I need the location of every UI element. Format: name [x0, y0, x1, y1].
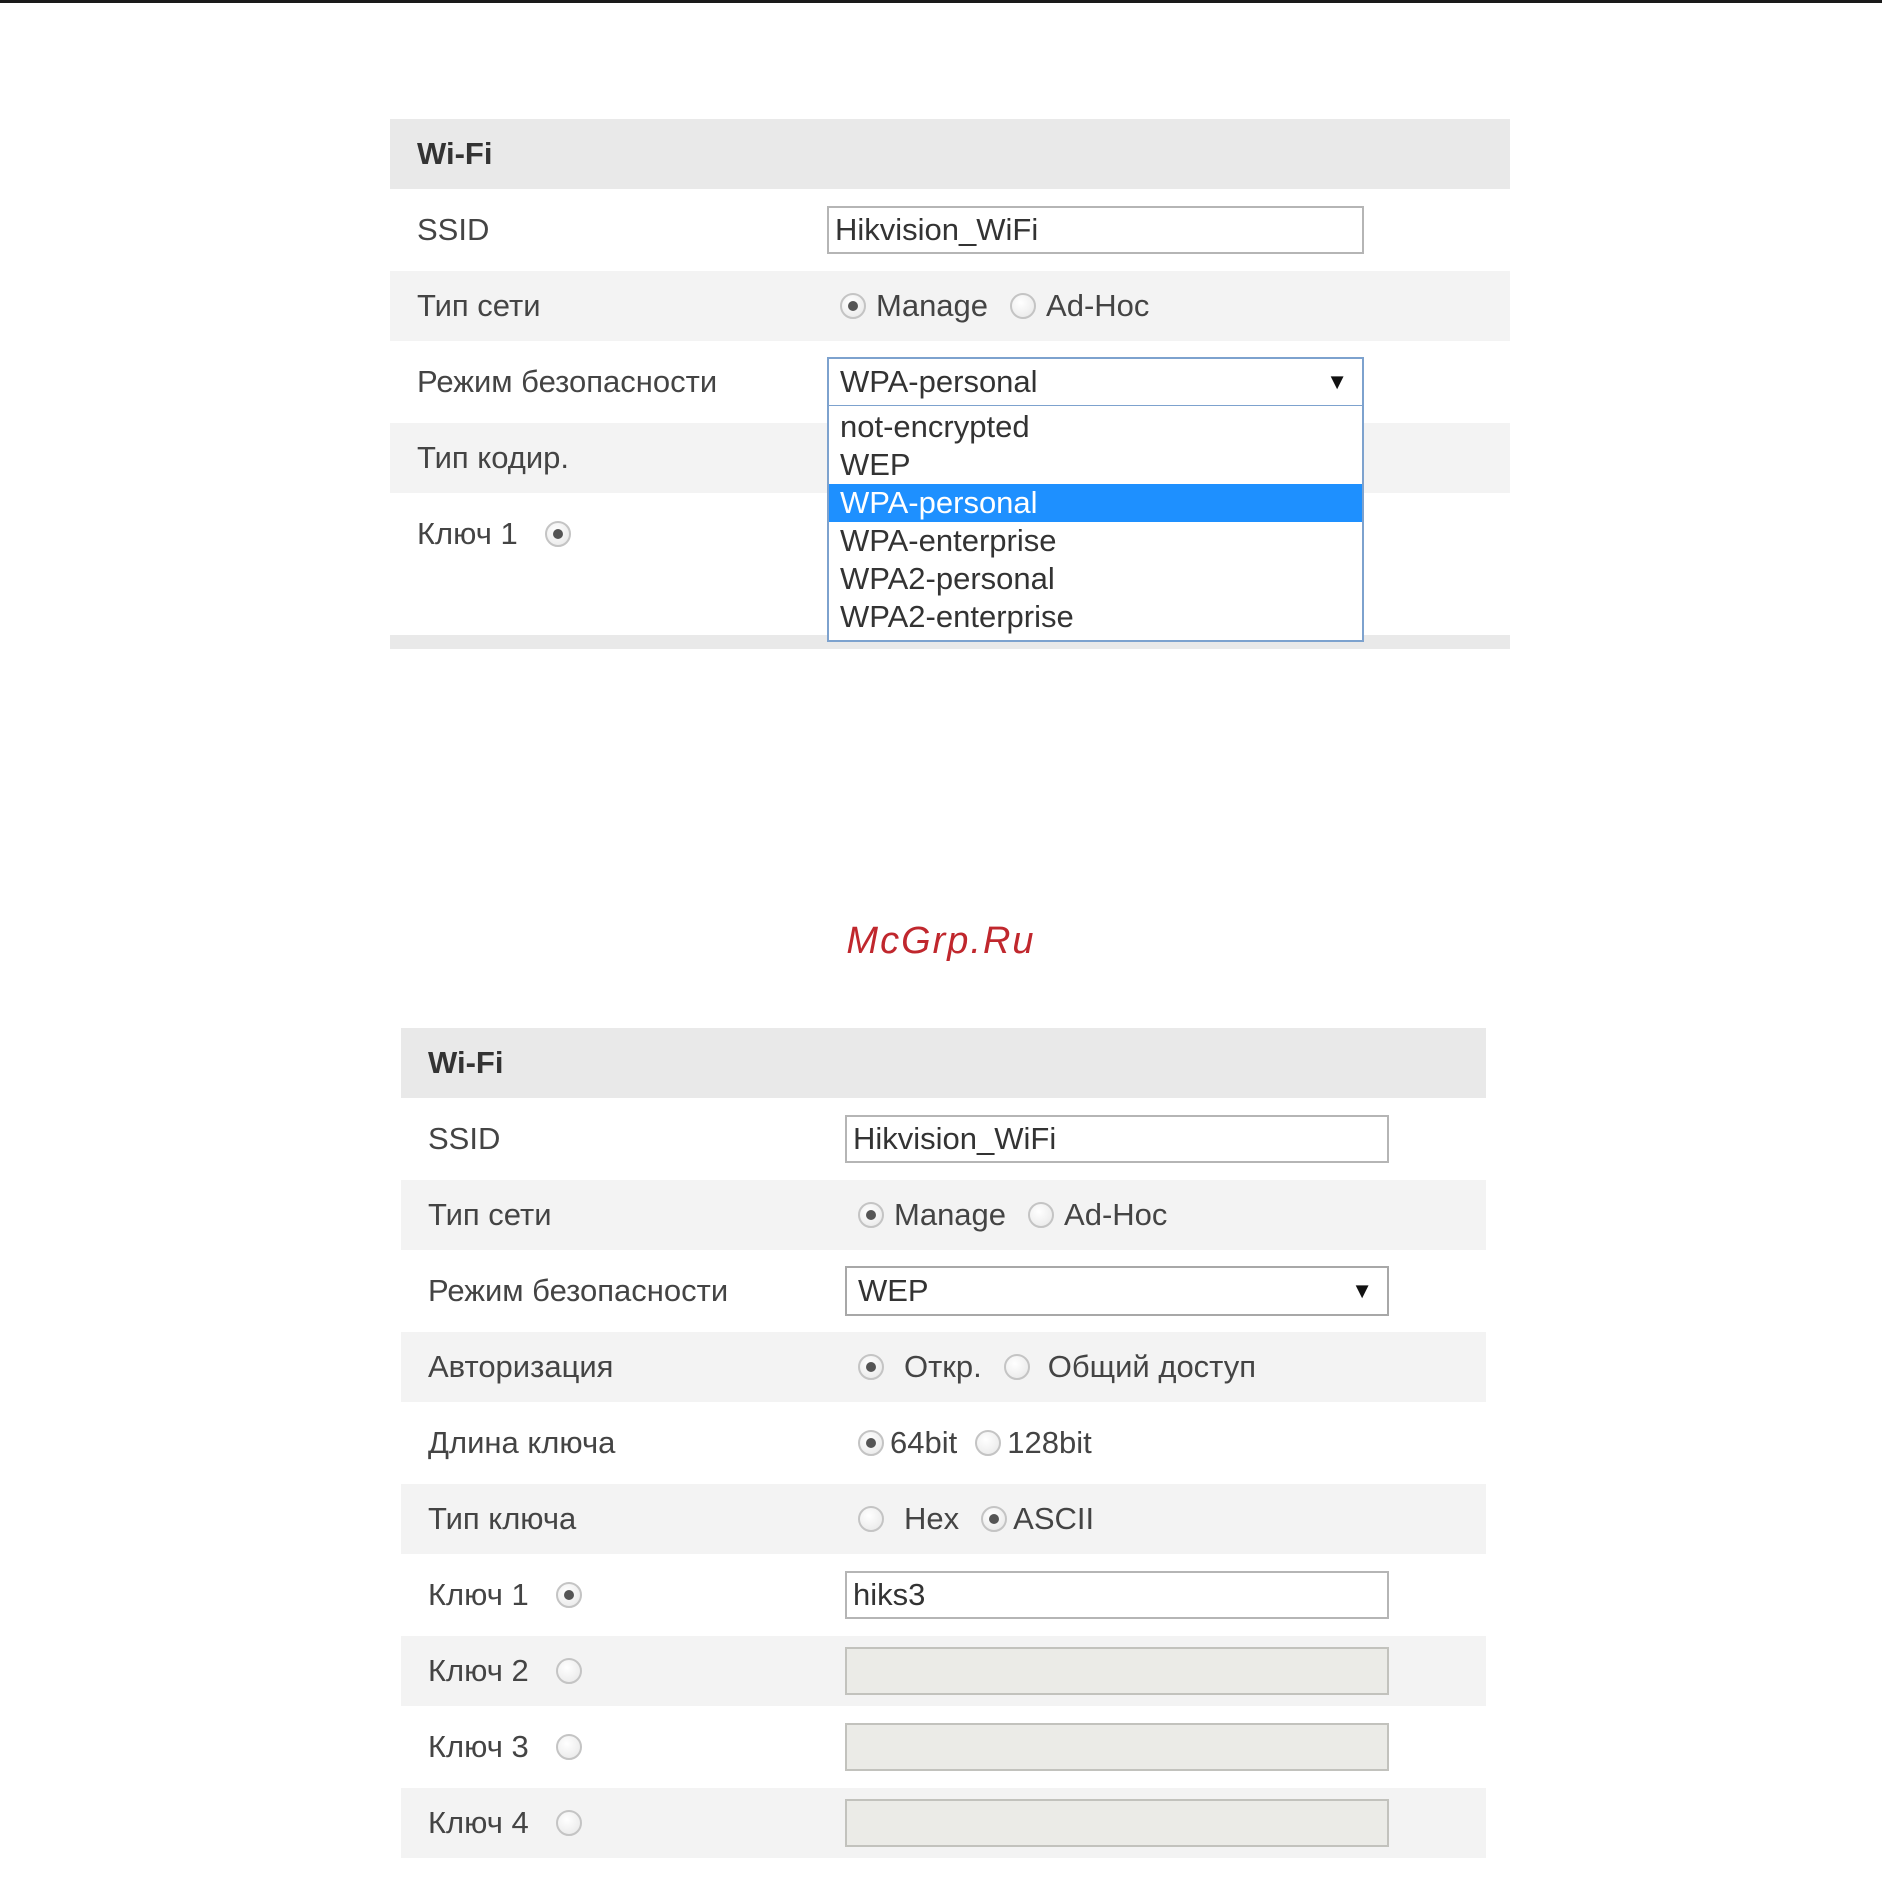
- network-type-label: Тип сети: [428, 1197, 552, 1232]
- key-length-label: Длина ключа: [428, 1425, 616, 1460]
- panel-title: Wi-Fi: [417, 136, 493, 171]
- key-length-64-radio[interactable]: [858, 1430, 884, 1456]
- auth-open-radio[interactable]: [858, 1354, 884, 1380]
- key-type-ascii-label[interactable]: ASCII: [1013, 1501, 1094, 1537]
- network-type-manage-radio[interactable]: [840, 293, 866, 319]
- network-type-adhoc-radio[interactable]: [1028, 1202, 1055, 1228]
- key1-label: Ключ 1: [417, 516, 518, 551]
- dropdown-option-wep[interactable]: WEP: [829, 446, 1362, 484]
- key-length-64-label[interactable]: 64bit: [890, 1425, 957, 1461]
- network-type-manage-label[interactable]: Manage: [894, 1197, 1006, 1233]
- key2-input: [845, 1647, 1389, 1695]
- security-mode-value: WPA-personal: [840, 364, 1038, 399]
- key3-radio[interactable]: [556, 1734, 582, 1760]
- key4-radio[interactable]: [556, 1810, 582, 1836]
- dropdown-option-wpa-personal[interactable]: WPA-personal: [829, 484, 1362, 522]
- network-type-radio-group: Manage Ad-Hoc: [858, 1180, 1167, 1250]
- auth-open-label[interactable]: Откр.: [904, 1349, 982, 1385]
- key-type-ascii-radio[interactable]: [981, 1506, 1008, 1532]
- key1-row: Ключ 1 hiks3: [401, 1560, 1486, 1630]
- network-type-radio-group: Manage Ad-Hoc: [840, 271, 1149, 341]
- ssid-row: SSID Hikvision_WiFi: [401, 1104, 1486, 1174]
- security-mode-label: Режим безопасности: [428, 1273, 729, 1308]
- network-type-manage-label[interactable]: Manage: [876, 288, 988, 324]
- key2-radio[interactable]: [556, 1658, 582, 1684]
- key-type-row: Тип ключа Hex ASCII: [401, 1484, 1486, 1554]
- network-type-adhoc-radio[interactable]: [1010, 293, 1037, 319]
- key3-input: [845, 1723, 1389, 1771]
- auth-label: Авторизация: [428, 1349, 614, 1384]
- security-mode-row: Режим безопасности WEP ▼: [401, 1256, 1486, 1326]
- security-mode-select[interactable]: WPA-personal ▼: [827, 357, 1364, 407]
- key-length-128-radio[interactable]: [975, 1430, 1002, 1456]
- network-type-manage-radio[interactable]: [858, 1202, 884, 1228]
- ssid-label: SSID: [417, 212, 490, 247]
- key1-radio[interactable]: [556, 1582, 582, 1608]
- auth-shared-label[interactable]: Общий доступ: [1048, 1349, 1256, 1385]
- panel-title: Wi-Fi: [428, 1045, 504, 1080]
- key1-radio[interactable]: [545, 521, 571, 547]
- top-rule: [0, 0, 1882, 3]
- ssid-label: SSID: [428, 1121, 501, 1156]
- key-type-label: Тип ключа: [428, 1501, 577, 1536]
- network-type-row: Тип сети Manage Ad-Hoc: [390, 271, 1510, 341]
- dropdown-option-wpa2-personal[interactable]: WPA2-personal: [829, 560, 1362, 598]
- key3-label: Ключ 3: [428, 1729, 529, 1764]
- wifi-panel-bottom: Wi-Fi SSID Hikvision_WiFi Тип сети Manag…: [401, 1028, 1486, 1864]
- security-mode-value: WEP: [858, 1273, 929, 1308]
- dropdown-option-wpa-enterprise[interactable]: WPA-enterprise: [829, 522, 1362, 560]
- chevron-down-icon[interactable]: ▼: [1351, 1268, 1373, 1314]
- key3-row: Ключ 3: [401, 1712, 1486, 1782]
- key1-input[interactable]: hiks3: [845, 1571, 1389, 1619]
- security-mode-label: Режим безопасности: [417, 364, 718, 399]
- panel-header: Wi-Fi: [390, 119, 1510, 189]
- ssid-row: SSID Hikvision_WiFi: [390, 195, 1510, 265]
- network-type-label: Тип сети: [417, 288, 541, 323]
- key-type-hex-label[interactable]: Hex: [904, 1501, 959, 1537]
- key-length-radio-group: 64bit 128bit: [858, 1408, 1092, 1478]
- network-type-adhoc-label[interactable]: Ad-Hoc: [1046, 288, 1149, 324]
- key1-label: Ключ 1: [428, 1577, 529, 1612]
- ssid-input[interactable]: Hikvision_WiFi: [827, 206, 1364, 254]
- key2-row: Ключ 2: [401, 1636, 1486, 1706]
- key-type-hex-radio[interactable]: [858, 1506, 884, 1532]
- key-length-row: Длина ключа 64bit 128bit: [401, 1408, 1486, 1478]
- security-mode-dropdown-list: not-encrypted WEP WPA-personal WPA-enter…: [827, 406, 1364, 642]
- key2-label: Ключ 2: [428, 1653, 529, 1688]
- dropdown-option-not-encrypted[interactable]: not-encrypted: [829, 408, 1362, 446]
- encryption-type-label: Тип кодир.: [417, 440, 570, 475]
- key4-label: Ключ 4: [428, 1805, 529, 1840]
- key4-row: Ключ 4: [401, 1788, 1486, 1858]
- network-type-adhoc-label[interactable]: Ad-Hoc: [1064, 1197, 1167, 1233]
- dropdown-option-wpa2-enterprise[interactable]: WPA2-enterprise: [829, 598, 1362, 636]
- auth-radio-group: Откр. Общий доступ: [858, 1332, 1256, 1402]
- wifi-panel-top: Wi-Fi SSID Hikvision_WiFi Тип сети Manag…: [390, 119, 1510, 649]
- auth-row: Авторизация Откр. Общий доступ: [401, 1332, 1486, 1402]
- chevron-down-icon[interactable]: ▼: [1326, 359, 1348, 405]
- key-type-radio-group: Hex ASCII: [858, 1484, 1094, 1554]
- network-type-row: Тип сети Manage Ad-Hoc: [401, 1180, 1486, 1250]
- auth-shared-radio[interactable]: [1003, 1354, 1030, 1380]
- security-mode-select[interactable]: WEP ▼: [845, 1266, 1389, 1316]
- panel-header: Wi-Fi: [401, 1028, 1486, 1098]
- key4-input: [845, 1799, 1389, 1847]
- key-length-128-label[interactable]: 128bit: [1007, 1425, 1091, 1461]
- watermark: McGrp.Ru: [846, 920, 1036, 962]
- ssid-input[interactable]: Hikvision_WiFi: [845, 1115, 1389, 1163]
